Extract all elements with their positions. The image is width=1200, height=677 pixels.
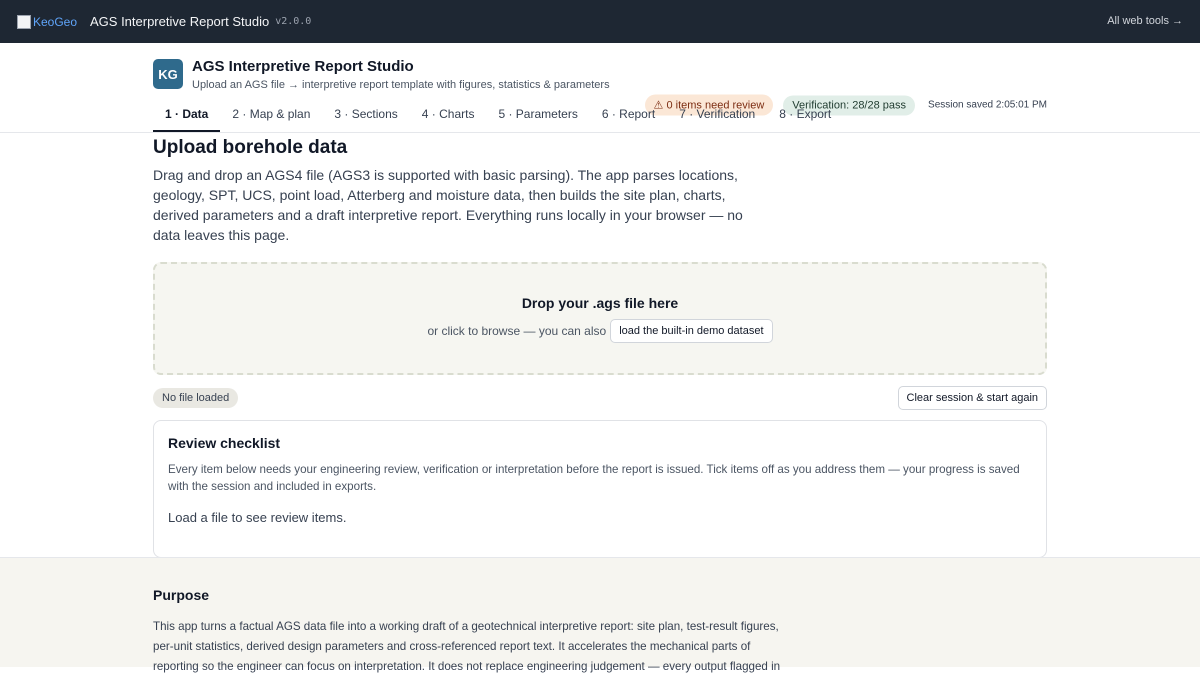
dropzone-title: Drop your .ags file here — [521, 294, 679, 311]
tab-sections[interactable]: 3 · Sections — [322, 98, 409, 132]
session-saved-status: Session saved 2:05:01 PM — [928, 99, 1047, 111]
step-tabs: 1 · Data 2 · Map & plan 3 · Sections 4 ·… — [153, 98, 843, 132]
version-label: v2.0.0 — [275, 16, 312, 27]
broken-image-icon — [17, 14, 31, 29]
logo-alt-text: KeoGeo — [33, 14, 78, 29]
all-web-tools-link[interactable]: All web tools → — [1107, 15, 1183, 27]
tab-parameters[interactable]: 5 · Parameters — [486, 98, 589, 132]
dropzone-subtitle: or click to browse — you can also — [427, 323, 607, 338]
top-bar: KeoGeo AGS Interpretive Report Studio v2… — [0, 0, 1200, 43]
checklist-description: Every item below needs your engineering … — [168, 463, 1020, 493]
tab-charts[interactable]: 4 · Charts — [410, 98, 487, 132]
app-header: KG AGS Interpretive Report Studio Upload… — [0, 43, 1200, 133]
tab-report[interactable]: 6 · Report — [590, 98, 667, 132]
app-subtitle: Upload an AGS file → interpretive report… — [192, 79, 610, 91]
brand-badge: KG — [153, 59, 183, 89]
top-bar-title: AGS Interpretive Report Studio — [90, 14, 270, 29]
keogeo-logo[interactable]: KeoGeo — [17, 14, 81, 30]
clear-session-button[interactable]: Clear session & start again — [897, 386, 1047, 410]
file-dropzone[interactable]: Drop your .ags file here or click to bro… — [153, 262, 1047, 375]
purpose-title: Purpose — [153, 587, 210, 603]
tab-verification[interactable]: 7 · Verification — [667, 98, 767, 132]
purpose-text: This app turns a factual AGS data file i… — [153, 620, 781, 673]
upload-title: Upload borehole data — [153, 137, 348, 158]
checklist-empty-state: Load a file to see review items. — [168, 510, 347, 525]
main-content: Upload borehole data Drag and drop an AG… — [0, 137, 1200, 558]
review-checklist: Review checklist Every item below needs … — [153, 420, 1047, 558]
file-status-badge: No file loaded — [153, 388, 239, 408]
tab-data[interactable]: 1 · Data — [153, 98, 221, 132]
purpose-section: Purpose This app turns a factual AGS dat… — [0, 557, 1200, 673]
brand: KG AGS Interpretive Report Studio Upload… — [153, 58, 610, 91]
app-title: AGS Interpretive Report Studio — [192, 58, 414, 75]
checklist-title: Review checklist — [168, 435, 281, 451]
upload-intro: Drag and drop an AGS4 file (AGS3 is supp… — [153, 167, 743, 243]
load-demo-button[interactable]: load the built-in demo dataset — [610, 318, 773, 343]
tab-export[interactable]: 8 · Export — [767, 98, 843, 132]
tab-map-plan[interactable]: 2 · Map & plan — [220, 98, 322, 132]
